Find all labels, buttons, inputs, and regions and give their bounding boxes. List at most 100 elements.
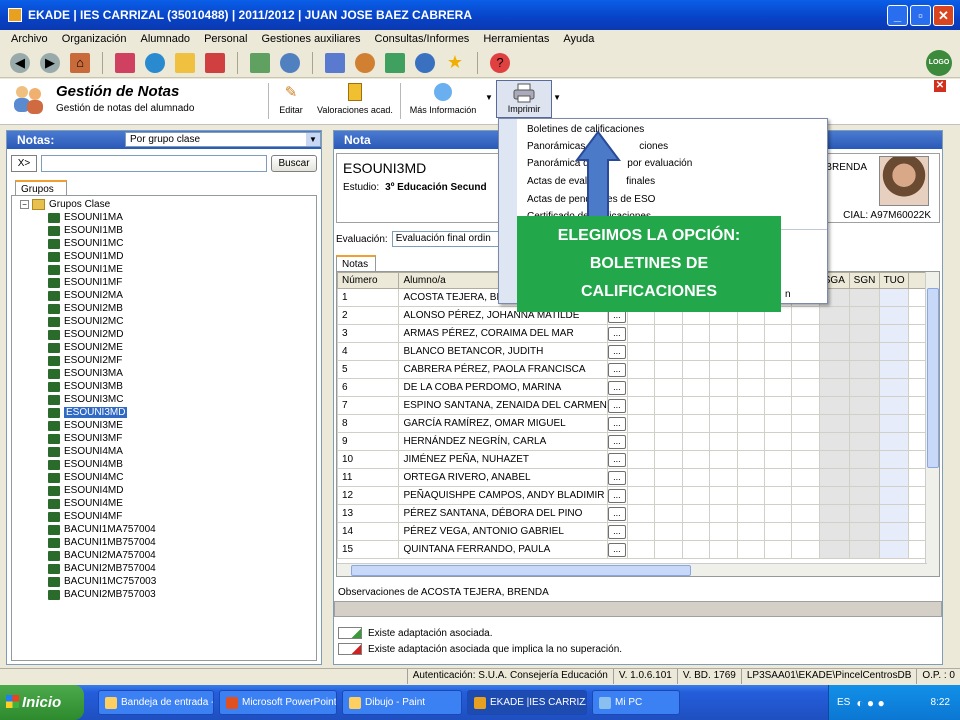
details-button[interactable]: ... bbox=[608, 452, 626, 467]
buscar-button[interactable]: Buscar bbox=[271, 155, 317, 172]
search-input[interactable] bbox=[41, 155, 267, 172]
tree-item-group[interactable]: BACUNI1MA757004 bbox=[48, 523, 316, 536]
book-icon[interactable] bbox=[115, 52, 135, 73]
tree-item-group[interactable]: ESOUNI3MD bbox=[48, 406, 316, 419]
task-bandeja[interactable]: Bandeja de entrada -... bbox=[98, 690, 214, 715]
tree-item-group[interactable]: ESOUNI1MA bbox=[48, 211, 316, 224]
details-button[interactable]: ... bbox=[608, 398, 626, 413]
table-row[interactable]: 11 ORTEGA RIVERO, ANABEL... bbox=[337, 468, 939, 487]
details-button[interactable]: ... bbox=[608, 470, 626, 485]
task-ekade[interactable]: EKADE |IES CARRIZA... bbox=[467, 690, 587, 715]
tree-item-group[interactable]: ESOUNI2MD bbox=[48, 328, 316, 341]
tree-item-group[interactable]: ESOUNI2MC bbox=[48, 315, 316, 328]
tree-item-group[interactable]: ESOUNI1ME bbox=[48, 263, 316, 276]
tree-item-group[interactable]: BACUNI1MC757003 bbox=[48, 575, 316, 588]
details-button[interactable]: ... bbox=[608, 416, 626, 431]
details-button[interactable]: ... bbox=[608, 362, 626, 377]
menu-herramientas[interactable]: Herramientas bbox=[476, 33, 556, 45]
tab-notas[interactable]: Notas bbox=[336, 255, 376, 271]
help-icon[interactable]: ? bbox=[490, 52, 510, 73]
tab-grupos[interactable]: Grupos bbox=[15, 180, 67, 196]
close-module-icon[interactable]: ✕ bbox=[934, 80, 946, 92]
tree-item-group[interactable]: ESOUNI2MA bbox=[48, 289, 316, 302]
tree-item-group[interactable]: ESOUNI3ME bbox=[48, 419, 316, 432]
tree-item-group[interactable]: ESOUNI4MB bbox=[48, 458, 316, 471]
home-icon[interactable]: ⌂ bbox=[70, 52, 90, 73]
table-row[interactable]: 3 ARMAS PÉREZ, CORAIMA DEL MAR... bbox=[337, 324, 939, 343]
col-numero[interactable]: Número bbox=[337, 272, 400, 289]
edit-icon[interactable] bbox=[325, 52, 345, 73]
users-icon[interactable] bbox=[355, 52, 375, 73]
observaciones-field[interactable] bbox=[334, 601, 942, 617]
table-row[interactable]: 9 HERNÁNDEZ NEGRÍN, CARLA... bbox=[337, 432, 939, 451]
tree-item-group[interactable]: ESOUNI1MD bbox=[48, 250, 316, 263]
tree-item-group[interactable]: ESOUNI3MF bbox=[48, 432, 316, 445]
start-button[interactable]: Inicio bbox=[0, 685, 84, 720]
details-button[interactable]: ... bbox=[608, 380, 626, 395]
task-mipc[interactable]: Mi PC bbox=[592, 690, 680, 715]
tree-item-group[interactable]: ESOUNI4ME bbox=[48, 497, 316, 510]
col-tuo[interactable]: TUO bbox=[878, 272, 910, 289]
tree-item-group[interactable]: BACUNI2MA757004 bbox=[48, 549, 316, 562]
vertical-scrollbar[interactable] bbox=[925, 272, 939, 576]
menu-ayuda[interactable]: Ayuda bbox=[556, 33, 601, 45]
tray-icons[interactable]: ◐ ● ● bbox=[856, 696, 884, 710]
details-button[interactable]: ... bbox=[608, 506, 626, 521]
tree-item-group[interactable]: BACUNI2MB757004 bbox=[48, 562, 316, 575]
details-button[interactable]: ... bbox=[608, 344, 626, 359]
expression-button[interactable]: X> bbox=[11, 155, 37, 172]
details-button[interactable]: ... bbox=[608, 488, 626, 503]
close-button[interactable]: ✕ bbox=[933, 5, 954, 26]
task-powerpoint[interactable]: Microsoft PowerPoint ... bbox=[219, 690, 337, 715]
details-button[interactable]: ... bbox=[608, 326, 626, 341]
tree-item-group[interactable]: ESOUNI2ME bbox=[48, 341, 316, 354]
star-icon[interactable]: ★ bbox=[445, 52, 465, 73]
tree-item-group[interactable]: ESOUNI3MB bbox=[48, 380, 316, 393]
menu-personal[interactable]: Personal bbox=[197, 33, 254, 45]
tree-item-group[interactable]: BACUNI2MB757003 bbox=[48, 588, 316, 601]
details-button[interactable]: ... bbox=[608, 542, 626, 557]
filter-select[interactable]: Por grupo clase ▼ bbox=[125, 132, 321, 147]
menu-consultas[interactable]: Consultas/Informes bbox=[368, 33, 477, 45]
table-row[interactable]: 15 QUINTANA FERRANDO, PAULA... bbox=[337, 540, 939, 559]
minimize-button[interactable]: _ bbox=[887, 5, 908, 26]
tree-item-group[interactable]: ESOUNI3MC bbox=[48, 393, 316, 406]
tree-item-group[interactable]: ESOUNI4MF bbox=[48, 510, 316, 523]
menu-organizacion[interactable]: Organización bbox=[55, 33, 134, 45]
valoraciones-button[interactable]: Valoraciones acad. bbox=[316, 81, 394, 115]
menu-archivo[interactable]: Archivo bbox=[4, 33, 55, 45]
tree-item-group[interactable]: ESOUNI4MC bbox=[48, 471, 316, 484]
imprimir-button[interactable]: Imprimir ▼ bbox=[496, 80, 561, 118]
details-button[interactable]: ... bbox=[608, 434, 626, 449]
maximize-button[interactable]: ▫ bbox=[910, 5, 931, 26]
tree-item-group[interactable]: ESOUNI1MC bbox=[48, 237, 316, 250]
mas-informacion-button[interactable]: Más Información bbox=[406, 81, 480, 115]
mas-info-dropdown-arrow[interactable]: ▼ bbox=[485, 93, 493, 102]
horizontal-scrollbar[interactable] bbox=[337, 563, 927, 576]
grid-icon[interactable] bbox=[205, 52, 225, 73]
menu-gestiones[interactable]: Gestiones auxiliares bbox=[254, 33, 367, 45]
chart-icon[interactable] bbox=[145, 52, 165, 73]
tree-item-group[interactable]: ESOUNI3MA bbox=[48, 367, 316, 380]
table-row[interactable]: 7 ESPINO SANTANA, ZENAIDA DEL CARMEN... bbox=[337, 396, 939, 415]
notes-icon[interactable] bbox=[385, 52, 405, 73]
tree-item-group[interactable]: ESOUNI1MB bbox=[48, 224, 316, 237]
menu-alumnado[interactable]: Alumnado bbox=[134, 33, 198, 45]
evaluacion-select[interactable]: Evaluación final ordin bbox=[391, 231, 500, 247]
editar-button[interactable]: ✎ Editar bbox=[276, 81, 306, 115]
tree-item-group[interactable]: ESOUNI4MA bbox=[48, 445, 316, 458]
tree-item-group[interactable]: ESOUNI1MF bbox=[48, 276, 316, 289]
language-indicator[interactable]: ES bbox=[837, 697, 850, 708]
tree-item-group[interactable]: BACUNI1MB757004 bbox=[48, 536, 316, 549]
globe-icon[interactable] bbox=[415, 52, 435, 73]
table-row[interactable]: 10 JIMÉNEZ PEÑA, NUHAZET... bbox=[337, 450, 939, 469]
details-button[interactable]: ... bbox=[608, 524, 626, 539]
forward-icon[interactable]: ▶ bbox=[40, 52, 60, 73]
tree-item-group[interactable]: ESOUNI2MF bbox=[48, 354, 316, 367]
tools-icon[interactable] bbox=[280, 52, 300, 73]
calendar-icon[interactable] bbox=[175, 52, 195, 73]
table-row[interactable]: 13 PÉREZ SANTANA, DÉBORA DEL PINO... bbox=[337, 504, 939, 523]
collapse-icon[interactable]: − bbox=[20, 200, 29, 209]
table-row[interactable]: 14 PÉREZ VEGA, ANTONIO GABRIEL... bbox=[337, 522, 939, 541]
table-row[interactable]: 5 CABRERA PÉREZ, PAOLA FRANCISCA... bbox=[337, 360, 939, 379]
